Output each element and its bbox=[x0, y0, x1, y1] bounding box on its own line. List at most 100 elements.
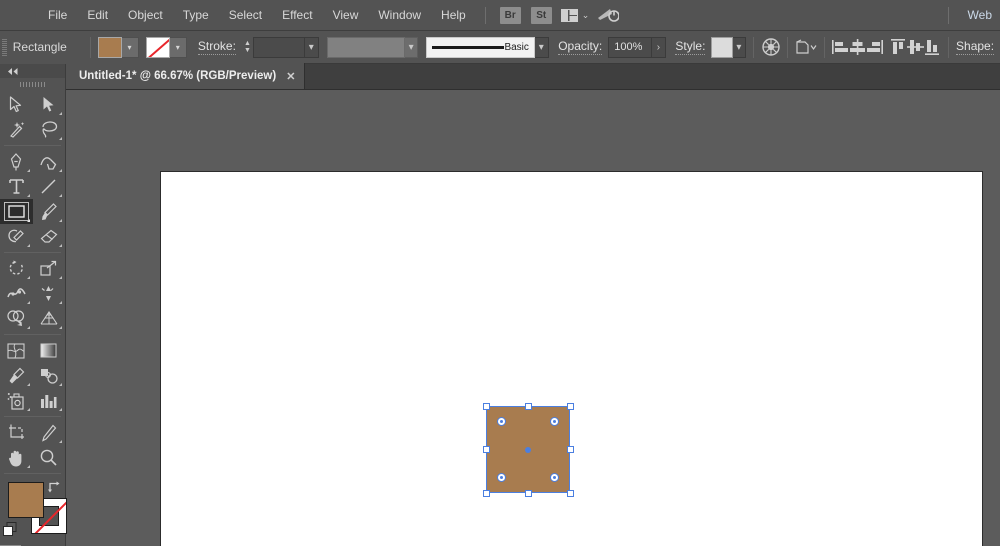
eraser-tool[interactable] bbox=[33, 224, 66, 249]
align-right-icon[interactable] bbox=[866, 35, 883, 59]
lasso-tool[interactable] bbox=[33, 117, 66, 142]
align-vertical-center-icon[interactable] bbox=[907, 35, 924, 59]
align-top-icon[interactable] bbox=[890, 35, 907, 59]
width-tool[interactable] bbox=[0, 281, 33, 306]
control-bar-grip[interactable] bbox=[0, 31, 9, 64]
handle-middle-right[interactable] bbox=[567, 446, 574, 453]
rotate-tool[interactable] bbox=[0, 256, 33, 281]
live-corner-widget-top-left[interactable] bbox=[497, 417, 506, 426]
live-corner-widget-bottom-left[interactable] bbox=[497, 473, 506, 482]
live-corner-widget-top-right[interactable] bbox=[550, 417, 559, 426]
selection-tool[interactable] bbox=[0, 92, 33, 117]
variable-width-dropdown-button: ▾ bbox=[405, 37, 419, 58]
magic-wand-tool[interactable] bbox=[0, 117, 33, 142]
sync-settings-icon[interactable] bbox=[593, 0, 623, 31]
menu-select[interactable]: Select bbox=[219, 0, 272, 31]
stroke-weight-label[interactable]: Stroke: bbox=[198, 39, 236, 55]
gradient-tool[interactable] bbox=[33, 338, 66, 363]
menu-type[interactable]: Type bbox=[173, 0, 219, 31]
brush-preview-icon bbox=[432, 46, 504, 49]
align-bottom-icon[interactable] bbox=[924, 35, 941, 59]
menu-effect[interactable]: Effect bbox=[272, 0, 322, 31]
close-icon[interactable]: ✕ bbox=[286, 70, 295, 83]
handle-top-center[interactable] bbox=[525, 403, 532, 410]
graphic-style-dropdown-button[interactable]: ▾ bbox=[733, 37, 747, 58]
menu-file[interactable]: File bbox=[38, 0, 77, 31]
slice-tool[interactable] bbox=[33, 420, 66, 445]
fill-color-indicator[interactable] bbox=[8, 482, 44, 518]
handle-top-left[interactable] bbox=[483, 403, 490, 410]
align-horizontal-center-icon[interactable] bbox=[849, 35, 866, 59]
stroke-dropdown-button[interactable]: ▾ bbox=[170, 37, 187, 58]
brush-definition-select[interactable]: Basic bbox=[426, 37, 534, 58]
perspective-grid-tool[interactable] bbox=[33, 306, 66, 331]
control-divider-3 bbox=[787, 37, 788, 58]
tools-panel-grip[interactable] bbox=[0, 78, 65, 91]
stock-icon[interactable]: St bbox=[531, 7, 552, 24]
handle-bottom-right[interactable] bbox=[567, 490, 574, 497]
paintbrush-tool[interactable] bbox=[33, 199, 66, 224]
zoom-tool[interactable] bbox=[33, 445, 66, 470]
shape-label[interactable]: Shape: bbox=[956, 39, 994, 55]
menu-window[interactable]: Window bbox=[368, 0, 431, 31]
column-graph-tool[interactable] bbox=[33, 388, 66, 413]
artboard-tool[interactable] bbox=[0, 420, 33, 445]
brush-dropdown-button[interactable]: ▾ bbox=[535, 37, 549, 58]
free-transform-tool[interactable] bbox=[33, 281, 66, 306]
blend-tool[interactable] bbox=[33, 363, 66, 388]
graphic-style-label: Style: bbox=[675, 39, 705, 55]
direct-selection-tool[interactable] bbox=[33, 92, 66, 117]
control-divider-1 bbox=[90, 37, 91, 58]
menu-object[interactable]: Object bbox=[118, 0, 173, 31]
default-fill-stroke-icon[interactable] bbox=[3, 522, 17, 541]
graphic-style-swatch[interactable] bbox=[711, 37, 732, 58]
fill-color-swatch[interactable] bbox=[98, 37, 122, 58]
menu-view[interactable]: View bbox=[323, 0, 369, 31]
fill-stroke-widget bbox=[0, 478, 65, 544]
fill-dropdown-button[interactable]: ▾ bbox=[122, 37, 139, 58]
mesh-tool[interactable] bbox=[0, 338, 33, 363]
stroke-weight-stepper[interactable]: ▲▼ bbox=[242, 37, 253, 58]
bridge-icon[interactable]: Br bbox=[500, 7, 521, 24]
transform-icon[interactable] bbox=[795, 35, 817, 59]
scale-tool[interactable] bbox=[33, 256, 66, 281]
handle-top-right[interactable] bbox=[567, 403, 574, 410]
type-tool[interactable] bbox=[0, 174, 33, 199]
control-divider-2 bbox=[753, 37, 754, 58]
menu-edit[interactable]: Edit bbox=[77, 0, 118, 31]
stroke-color-swatch[interactable] bbox=[146, 37, 170, 58]
tool-divider-3 bbox=[4, 334, 61, 335]
opacity-options-button[interactable]: › bbox=[652, 37, 666, 58]
arrange-documents-icon bbox=[561, 9, 578, 22]
stroke-weight-dropdown-button[interactable]: ▾ bbox=[305, 37, 319, 58]
live-corner-widget-bottom-right[interactable] bbox=[550, 473, 559, 482]
control-divider-4 bbox=[824, 37, 825, 58]
rectangle-tool[interactable] bbox=[0, 199, 33, 224]
collapse-panel-icon[interactable] bbox=[0, 64, 65, 78]
curvature-tool[interactable] bbox=[33, 149, 66, 174]
eyedropper-tool[interactable] bbox=[0, 363, 33, 388]
line-segment-tool[interactable] bbox=[33, 174, 66, 199]
workspace-switcher[interactable]: Web bbox=[958, 0, 1000, 31]
document-tab[interactable]: Untitled-1* @ 66.67% (RGB/Preview) ✕ bbox=[66, 63, 305, 89]
opacity-input[interactable]: 100% bbox=[608, 37, 652, 58]
opacity-label[interactable]: Opacity: bbox=[558, 39, 602, 55]
swap-fill-stroke-icon[interactable] bbox=[47, 480, 61, 498]
arrange-documents-button[interactable]: ⌄ bbox=[557, 9, 594, 22]
menu-help[interactable]: Help bbox=[431, 0, 476, 31]
shape-builder-tool[interactable] bbox=[0, 306, 33, 331]
handle-bottom-center[interactable] bbox=[525, 490, 532, 497]
handle-middle-left[interactable] bbox=[483, 446, 490, 453]
symbol-sprayer-tool[interactable] bbox=[0, 388, 33, 413]
shaper-tool[interactable] bbox=[0, 224, 33, 249]
handle-bottom-left[interactable] bbox=[483, 490, 490, 497]
recolor-artwork-icon[interactable] bbox=[761, 35, 780, 59]
selection-center-point bbox=[525, 447, 531, 453]
illustrator-window: File Edit Object Type Select Effect View… bbox=[0, 0, 1000, 546]
align-left-icon[interactable] bbox=[832, 35, 849, 59]
stroke-weight-input[interactable] bbox=[253, 37, 305, 58]
pen-tool[interactable] bbox=[0, 149, 33, 174]
hand-tool[interactable] bbox=[0, 445, 33, 470]
canvas-area[interactable] bbox=[66, 90, 1000, 546]
tool-divider-1 bbox=[4, 145, 61, 146]
